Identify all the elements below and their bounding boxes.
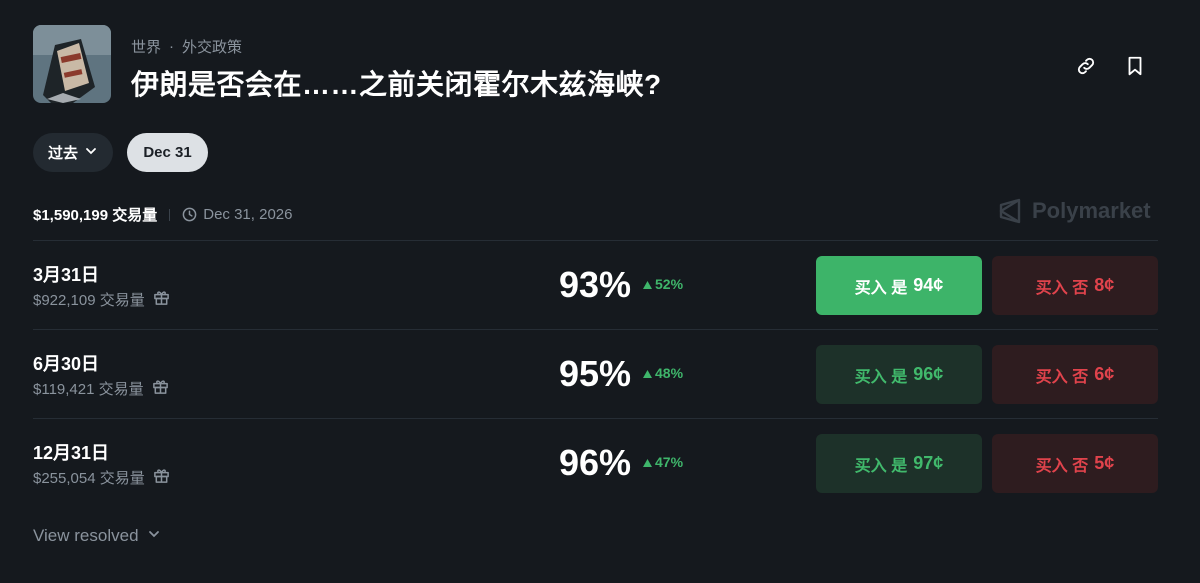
breadcrumb-subcategory[interactable]: 外交政策	[182, 36, 242, 57]
view-resolved-toggle[interactable]: View resolved	[33, 526, 161, 546]
market-row[interactable]: 3月31日 $922,109 交易量 93% 52% 买入 是 94¢ 买入 否…	[0, 241, 1200, 329]
breadcrumb-separator: ·	[169, 38, 175, 55]
buy-no-button[interactable]: 买入 否 6¢	[992, 345, 1158, 404]
buy-no-button[interactable]: 买入 否 8¢	[992, 256, 1158, 315]
market-date: 3月31日	[33, 265, 100, 285]
market-date: 12月31日	[33, 443, 110, 463]
buy-yes-label: 买入 是	[854, 368, 908, 386]
past-dropdown[interactable]: 过去	[33, 133, 113, 172]
market-thumbnail	[33, 25, 111, 103]
buy-no-price: 8¢	[1094, 275, 1115, 295]
market-volume: $255,054 交易量	[33, 467, 170, 488]
buy-no-label: 买入 否	[1035, 368, 1089, 386]
buy-yes-price: 96¢	[913, 364, 944, 384]
buy-no-button[interactable]: 买入 否 5¢	[992, 434, 1158, 493]
breadcrumb-category[interactable]: 世界	[131, 36, 161, 57]
chevron-down-icon	[147, 526, 161, 546]
market-volume-text: $255,054 交易量	[33, 470, 145, 487]
change-indicator: 47%	[643, 454, 683, 470]
buy-yes-label: 买入 是	[854, 279, 908, 297]
gift-icon[interactable]	[153, 289, 170, 310]
triangle-up-icon	[643, 365, 652, 381]
buy-yes-button[interactable]: 买入 是 94¢	[816, 256, 982, 315]
buy-yes-price: 94¢	[913, 275, 944, 295]
brand-name: Polymarket	[1032, 198, 1151, 223]
meta-divider	[169, 208, 171, 221]
buy-yes-button[interactable]: 买入 是 97¢	[816, 434, 982, 493]
triangle-up-icon	[643, 454, 652, 470]
chevron-down-icon	[84, 144, 98, 162]
gift-icon[interactable]	[152, 378, 169, 399]
probability: 96%	[559, 442, 632, 483]
polymarket-logo-icon	[999, 198, 1021, 224]
market-volume: $119,421 交易量	[33, 378, 169, 399]
change-value: 47%	[655, 454, 684, 470]
market-volume-text: $922,109 交易量	[33, 292, 145, 309]
market-row[interactable]: 6月30日 $119,421 交易量 95% 48% 买入 是 96¢ 买入 否…	[0, 330, 1200, 418]
gift-icon[interactable]	[153, 467, 170, 488]
change-value: 52%	[655, 276, 684, 292]
market-row[interactable]: 12月31日 $255,054 交易量 96% 47% 买入 是 97¢ 买入 …	[0, 419, 1200, 507]
date-filter-pill[interactable]: Dec 31	[127, 133, 208, 172]
change-indicator: 48%	[643, 365, 683, 381]
buy-no-label: 买入 否	[1035, 457, 1089, 475]
breadcrumb: 世界 · 外交政策	[131, 36, 242, 57]
view-resolved-label: View resolved	[33, 526, 139, 545]
buy-no-label: 买入 否	[1035, 279, 1089, 297]
change-value: 48%	[655, 365, 684, 381]
buy-no-price: 6¢	[1094, 364, 1115, 384]
triangle-up-icon	[643, 276, 652, 292]
buy-yes-button[interactable]: 买入 是 96¢	[816, 345, 982, 404]
market-volume-text: $119,421 交易量	[33, 381, 144, 398]
link-icon[interactable]	[1072, 52, 1100, 80]
total-volume: $1,590,199 交易量	[33, 207, 158, 224]
page-title: 伊朗是否会在……之前关闭霍尔木兹海峡?	[131, 69, 662, 100]
buy-yes-label: 买入 是	[854, 457, 908, 475]
clock-icon	[182, 207, 197, 222]
end-date: Dec 31, 2026	[203, 206, 293, 223]
past-label: 过去	[47, 145, 78, 162]
change-indicator: 52%	[643, 276, 683, 292]
bookmark-icon[interactable]	[1121, 52, 1149, 80]
probability: 95%	[559, 353, 632, 394]
market-date: 6月30日	[33, 354, 100, 374]
market-meta: $1,590,199 交易量 Dec 31, 2026	[33, 204, 292, 225]
buy-no-price: 5¢	[1094, 453, 1115, 473]
polymarket-logo: Polymarket	[998, 198, 1151, 224]
buy-yes-price: 97¢	[913, 453, 944, 473]
market-volume: $922,109 交易量	[33, 289, 170, 310]
probability: 93%	[559, 264, 632, 305]
